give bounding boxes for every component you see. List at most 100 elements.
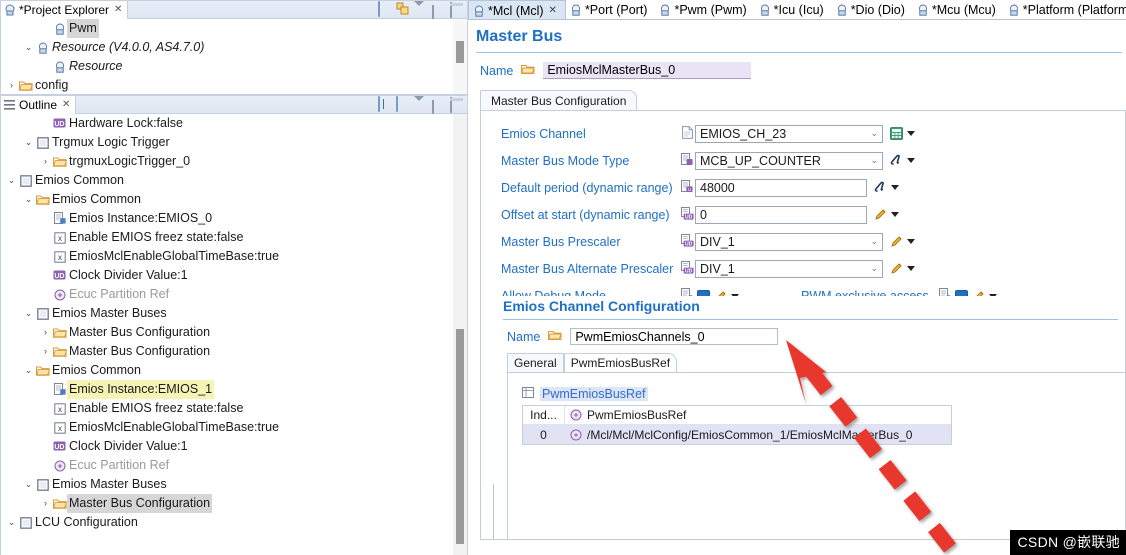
pencil-icon[interactable] [874,208,887,221]
script-icon[interactable] [874,181,887,194]
chevron-down-icon[interactable]: ⌄ [22,361,35,380]
tree-item[interactable]: › Master Bus Configuration [1,494,467,513]
close-icon[interactable]: ✕ [549,5,557,16]
editor-tab[interactable]: *Icu (Icu) [755,0,832,20]
chevron-down-icon[interactable]: ⌄ [870,128,878,139]
chevron-down-icon[interactable]: ⌄ [22,475,35,494]
chevron-down-icon[interactable]: ⌄ [22,133,35,152]
tree-item[interactable]: ⌄ Emios Master Buses [1,304,467,323]
tree-item[interactable]: › Master Bus Configuration [1,323,467,342]
field-combo[interactable]: MCB_UP_COUNTER ⌄ [695,151,883,170]
tree-item[interactable]: Emios Instance:EMIOS_0 [1,209,467,228]
tree-item[interactable]: UD Clock Divider Value:1 [1,437,467,456]
folder-open-icon[interactable] [520,63,536,79]
outline-tree[interactable]: UD Hardware Lock:false ⌄ Trgmux Logic Trigg… [1,114,467,555]
inner-tabbar[interactable]: General PwmEmiosBusRef [507,353,1125,372]
field-combo[interactable]: EMIOS_CH_23 ⌄ [695,124,883,143]
editor-tab[interactable]: *Dio (Dio) [832,0,913,20]
tree-item[interactable]: x EmiosMclEnableGlobalTimeBase:true [1,247,467,266]
tree-item[interactable]: › Master Bus Configuration [1,342,467,361]
tree-item[interactable]: x Enable EMIOS freez state:false [1,228,467,247]
tree-item[interactable]: ⌄ Resource (V4.0.0, AS4.7.0) [1,38,467,57]
tree-item[interactable]: UD Hardware Lock:false [1,114,467,133]
editor-tabbar[interactable]: *Mcl (Mcl) ✕ *Port (Port) *Pwm (Pwm) *Icu (I… [468,0,1126,20]
caret-icon[interactable] [891,185,899,190]
tree-item[interactable]: › config [1,76,467,94]
tab-project-explorer[interactable]: *Project Explorer ✕ [1,0,129,19]
tree-item[interactable]: UD Clock Divider Value:1 [1,266,467,285]
caret-icon[interactable] [907,158,915,163]
minimize-icon[interactable] [432,97,445,116]
project-explorer-vscrollbar[interactable] [453,19,467,94]
caret-icon[interactable] [907,131,915,136]
tree-item[interactable]: Pwm [1,19,467,38]
chevron-right-icon[interactable]: › [39,494,52,513]
expand-all-icon[interactable] [378,96,391,112]
tree-item[interactable]: x Enable EMIOS freez state:false [1,399,467,418]
name-input[interactable] [543,62,752,79]
caret-icon[interactable] [907,239,915,244]
table-row[interactable]: 0 /Mcl/Mcl/MclConfig/EmiosCommon_1/Emios… [523,425,951,444]
pencil-icon[interactable] [890,262,903,275]
tree-item[interactable]: ⌄ Emios Common [1,171,467,190]
chevron-down-icon[interactable]: ⌄ [22,38,35,57]
editor-tab[interactable]: *Platform (Platform [1004,0,1126,20]
field-text-input[interactable]: 48000 [695,178,867,197]
chevron-down-icon[interactable]: ⌄ [5,513,18,532]
tree-item[interactable]: ⌄ Emios Master Buses [1,475,467,494]
tree-item[interactable]: ⌄ Emios Common [1,361,467,380]
field-text-input[interactable]: 0 [695,205,867,224]
close-icon[interactable]: ✕ [114,4,122,15]
caret-icon[interactable] [891,212,899,217]
chevron-down-icon[interactable]: ⌄ [870,155,878,166]
link-with-editor-icon[interactable] [396,2,409,15]
tab-outline[interactable]: Outline ✕ [1,95,77,114]
chevron-right-icon[interactable]: › [39,152,52,171]
chevron-down-icon[interactable]: ⌄ [22,190,35,209]
tree-item[interactable]: Ecuc Partition Ref [1,456,467,475]
chevron-down-icon[interactable]: ⌄ [870,263,878,274]
editor-tab[interactable]: *Mcl (Mcl) ✕ [468,0,566,20]
tree-item[interactable]: ⌄ LCU Configuration [1,513,467,532]
tree-item[interactable]: ⌄ Trgmux Logic Trigger [1,133,467,152]
project-explorer-tree[interactable]: Pwm ⌄ Resource (V4.0.0, AS4.7.0) Resource › c… [1,19,467,94]
view-menu-icon[interactable] [414,96,427,115]
inner-tab[interactable]: General [507,353,564,372]
column-header-index[interactable]: Ind... [523,406,565,424]
field-combo[interactable]: DIV_1 ⌄ [695,232,883,251]
editor-tab[interactable]: *Pwm (Pwm) [655,0,754,20]
close-icon[interactable]: ✕ [62,99,70,110]
chevron-right-icon[interactable]: › [39,323,52,342]
chevron-right-icon[interactable]: › [39,342,52,361]
chevron-right-icon[interactable]: › [5,76,18,94]
tree-item[interactable]: › trgmuxLogicTrigger_0 [1,152,467,171]
tree-item[interactable]: Ecuc Partition Ref [1,285,467,304]
chevron-down-icon[interactable]: ⌄ [22,304,35,323]
view-menu-icon[interactable] [414,1,427,20]
inner-tab[interactable]: PwmEmiosBusRef [563,353,678,372]
script-icon[interactable] [890,154,903,167]
maximize-icon[interactable] [450,97,463,113]
chevron-down-icon[interactable]: ⌄ [870,236,878,247]
outline-scroll-thumb[interactable] [456,329,464,544]
folder-open-icon[interactable] [547,329,563,345]
maximize-icon[interactable] [450,2,463,18]
tree-item[interactable]: Resource [1,57,467,76]
outline-vscrollbar[interactable] [453,114,467,555]
project-explorer-scroll-thumb[interactable] [456,41,464,63]
tree-item[interactable]: x EmiosMclEnableGlobalTimeBase:true [1,418,467,437]
inner-name-input[interactable] [570,328,779,345]
editor-tab[interactable]: *Port (Port) [566,0,656,20]
pencil-icon[interactable] [890,235,903,248]
field-combo[interactable]: DIV_1 ⌄ [695,259,883,278]
tree-item[interactable]: ⌄ Emios Common [1,190,467,209]
chevron-down-icon[interactable]: ⌄ [5,171,18,190]
caret-icon[interactable] [907,266,915,271]
collapse-all-icon[interactable] [378,1,391,17]
calc-icon[interactable] [890,127,903,140]
minimize-icon[interactable] [432,2,445,21]
column-header-ref[interactable]: PwmEmiosBusRef [587,408,951,422]
tab-master-bus-configuration[interactable]: Master Bus Configuration [480,90,638,110]
tree-item[interactable]: Emios Instance:EMIOS_1 [1,380,467,399]
editor-tab[interactable]: *Mcu (Mcu) [913,0,1004,20]
